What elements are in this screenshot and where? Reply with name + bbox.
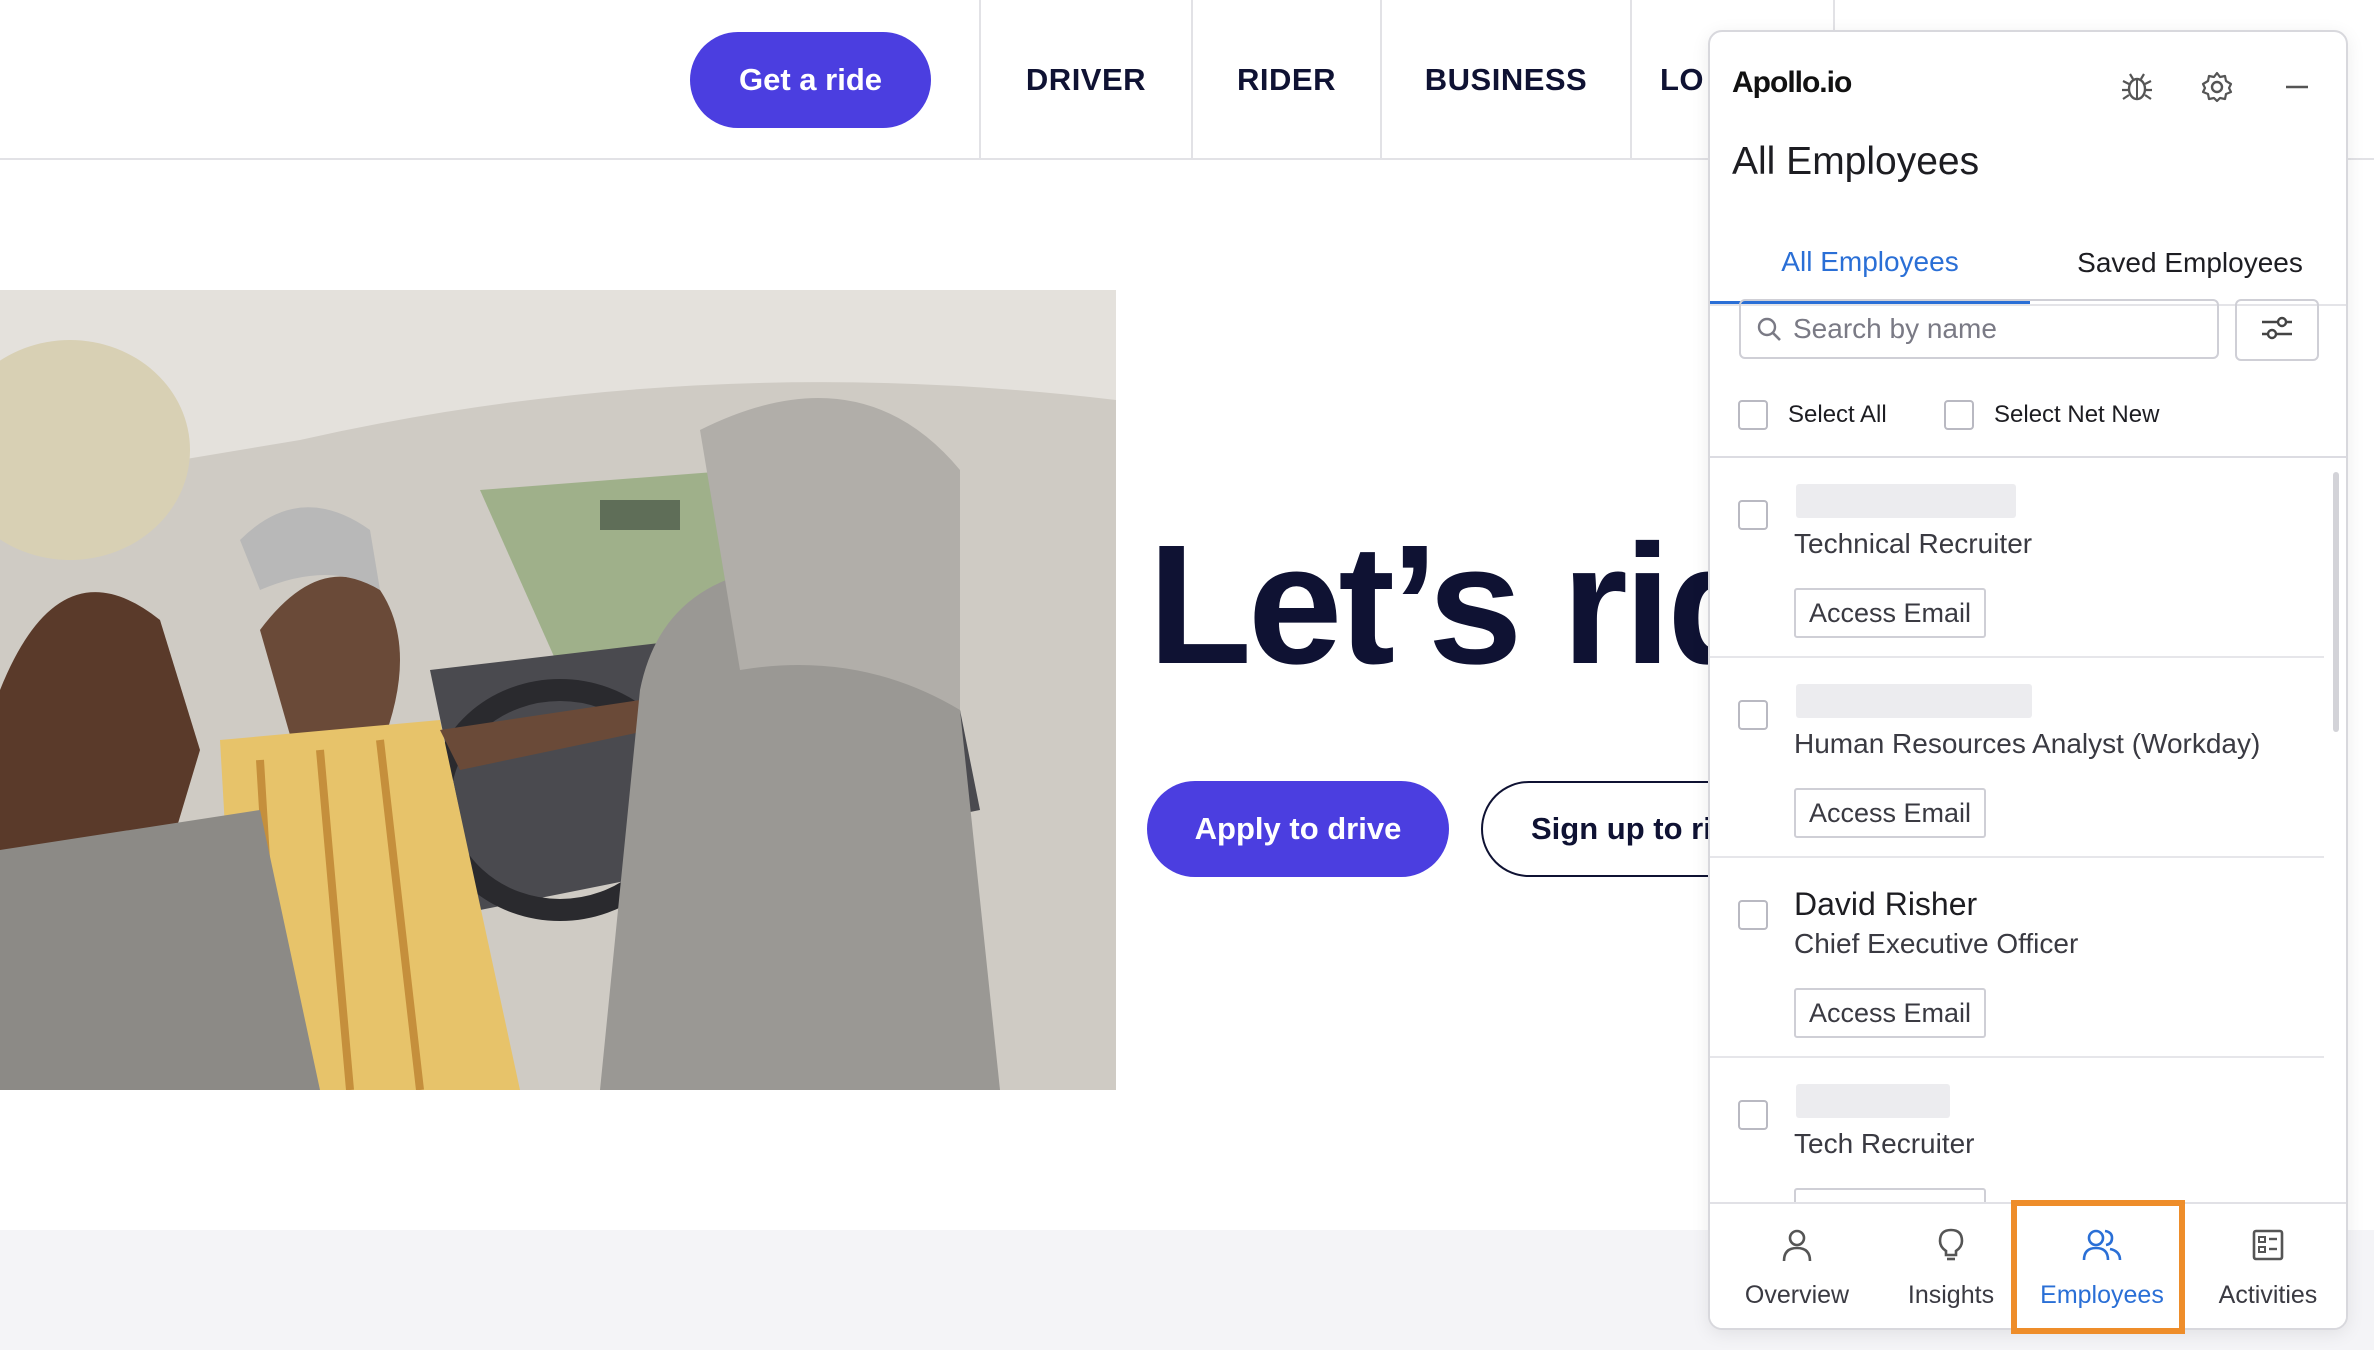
employee-card[interactable]: Technical Recruiter Access Email	[1710, 458, 2324, 658]
redacted-name	[1796, 484, 2016, 518]
search-input[interactable]: Search by name	[1739, 299, 2219, 359]
employee-role: Chief Executive Officer	[1794, 928, 2079, 959]
access-email-button[interactable]: Access Email	[1794, 788, 1987, 838]
minimize-icon[interactable]	[2272, 62, 2322, 112]
hero-photo	[0, 290, 1116, 1090]
select-net-new[interactable]: Select Net New	[1944, 400, 2159, 430]
employee-checkbox[interactable]	[1738, 700, 1768, 730]
nav-divider	[1630, 0, 1632, 160]
select-net-new-label: Select Net New	[1994, 401, 2160, 428]
employee-role: Technical Recruiter	[1794, 528, 2033, 559]
search-icon	[1755, 315, 1785, 352]
people-icon	[2081, 1226, 2123, 1271]
employee-role: Human Resources Analyst (Workday)	[1794, 728, 2261, 759]
employee-checkbox[interactable]	[1738, 1100, 1768, 1130]
list-icon	[2249, 1226, 2287, 1271]
sliders-icon	[2259, 313, 2295, 348]
select-net-new-checkbox[interactable]	[1944, 400, 1974, 430]
tab-all-employees[interactable]: All Employees	[1710, 222, 2030, 304]
apply-to-drive-button[interactable]: Apply to drive	[1147, 781, 1449, 877]
employee-card[interactable]: David Risher Chief Executive Officer Acc…	[1710, 858, 2324, 1058]
employee-checkbox[interactable]	[1738, 900, 1768, 930]
employee-name: David Risher	[1794, 886, 1978, 922]
person-icon	[1778, 1226, 1816, 1271]
get-a-ride-button[interactable]: Get a ride	[690, 32, 931, 128]
redacted-name	[1796, 1084, 1950, 1118]
filter-button[interactable]	[2235, 299, 2319, 361]
employee-checkbox[interactable]	[1738, 500, 1768, 530]
gear-icon[interactable]	[2192, 62, 2242, 112]
panel-title: All Employees	[1732, 140, 1980, 183]
nav-item-driver[interactable]: DRIVER	[981, 0, 1191, 160]
nav-overview-label: Overview	[1744, 1281, 1850, 1309]
nav-employees[interactable]: Employees	[2018, 1204, 2186, 1328]
nav-activities[interactable]: Activities	[2186, 1204, 2346, 1328]
nav-item-business[interactable]: BUSINESS	[1382, 0, 1630, 160]
employee-role: Tech Recruiter	[1794, 1128, 1975, 1159]
nav-overview[interactable]: Overview	[1710, 1204, 1884, 1328]
lightbulb-icon	[1932, 1226, 1970, 1271]
bottom-nav: Overview Insights Employees Activities	[1710, 1202, 2346, 1328]
nav-employees-label: Employees	[2040, 1281, 2164, 1309]
apollo-panel: Apollo.io All Employees All Employees Sa…	[1708, 30, 2348, 1330]
select-all-checkbox[interactable]	[1738, 400, 1768, 430]
bug-icon[interactable]	[2112, 62, 2162, 112]
nav-activities-label: Activities	[2218, 1281, 2318, 1309]
tab-saved-employees[interactable]: Saved Employees	[2030, 222, 2346, 304]
search-placeholder: Search by name	[1793, 313, 1997, 344]
select-all[interactable]: Select All	[1738, 400, 1887, 430]
select-all-label: Select All	[1788, 401, 1887, 428]
nav-insights[interactable]: Insights	[1884, 1204, 2018, 1328]
employee-list: Technical Recruiter Access Email Human R…	[1710, 458, 2346, 1230]
list-scrollbar[interactable]	[2333, 472, 2339, 732]
apollo-logo: Apollo.io	[1732, 66, 1852, 99]
nav-item-rider[interactable]: RIDER	[1193, 0, 1380, 160]
access-email-button[interactable]: Access Email	[1794, 588, 1987, 638]
nav-insights-label: Insights	[1907, 1281, 1995, 1309]
employee-card[interactable]: Human Resources Analyst (Workday) Access…	[1710, 658, 2324, 858]
redacted-name	[1796, 684, 2032, 718]
access-email-button[interactable]: Access Email	[1794, 988, 1987, 1038]
